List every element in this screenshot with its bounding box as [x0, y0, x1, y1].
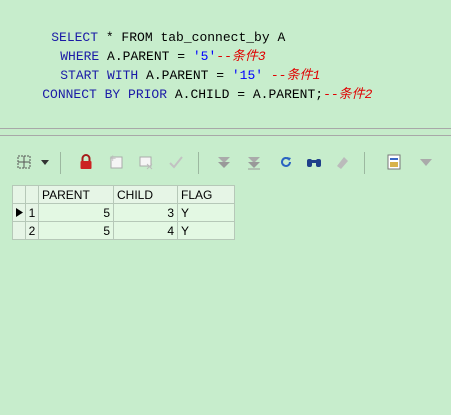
column-header-flag[interactable]: FLAG	[177, 185, 235, 204]
delete-record-icon[interactable]	[136, 152, 156, 172]
last-down-icon[interactable]	[244, 152, 264, 172]
more-arrow-icon[interactable]	[416, 152, 436, 172]
corner-cell	[25, 185, 39, 204]
header-row: PARENT CHILD FLAG	[12, 185, 235, 204]
toolbar-divider	[198, 152, 199, 174]
dropdown-arrow-icon[interactable]	[38, 152, 52, 172]
corner-cell	[12, 185, 26, 204]
table-row[interactable]: 2 5 4 Y	[12, 221, 235, 240]
cell-flag[interactable]: Y	[177, 221, 235, 240]
row-number: 1	[25, 203, 39, 222]
row-indicator	[12, 203, 26, 222]
row-number: 2	[25, 221, 39, 240]
result-grid[interactable]: PARENT CHILD FLAG 1 5 3 Y 2 5 4 Y	[12, 185, 235, 240]
clear-icon[interactable]	[332, 152, 352, 172]
current-row-icon	[15, 207, 23, 217]
column-header-parent[interactable]: PARENT	[38, 185, 114, 204]
result-panel: + PARENT CHILD FLAG 1 5 3 Y 2 5 4 Y	[0, 136, 451, 415]
splitter[interactable]	[0, 128, 451, 136]
sql-line-4: CONNECT BY PRIOR A.CHILD = A.PARENT;--条件…	[11, 66, 372, 123]
keyword: CONNECT BY PRIOR	[42, 87, 168, 102]
first-down-icon[interactable]	[214, 152, 234, 172]
export-icon[interactable]	[384, 152, 404, 172]
svg-text:+: +	[109, 154, 117, 164]
lock-icon[interactable]	[76, 152, 96, 172]
cell-parent[interactable]: 5	[38, 203, 114, 222]
sql-editor[interactable]: SELECT * FROM tab_connect_by A WHERE A.P…	[0, 0, 451, 128]
toolbar-divider	[364, 152, 365, 174]
grid-select-icon[interactable]	[14, 152, 34, 172]
refresh-icon[interactable]	[276, 152, 296, 172]
post-check-icon[interactable]	[166, 152, 186, 172]
cell-flag[interactable]: Y	[177, 203, 235, 222]
cell-parent[interactable]: 5	[38, 221, 114, 240]
result-toolbar: +	[8, 146, 448, 180]
cell-child[interactable]: 3	[113, 203, 178, 222]
code-text: A.CHILD = A.PARENT;	[167, 87, 324, 102]
table-row[interactable]: 1 5 3 Y	[12, 203, 235, 222]
row-indicator	[12, 221, 26, 240]
column-header-child[interactable]: CHILD	[113, 185, 178, 204]
comment: --条件2	[323, 87, 373, 102]
cell-child[interactable]: 4	[113, 221, 178, 240]
toolbar-divider	[60, 152, 61, 174]
add-record-icon[interactable]: +	[106, 152, 126, 172]
find-icon[interactable]	[304, 152, 324, 172]
